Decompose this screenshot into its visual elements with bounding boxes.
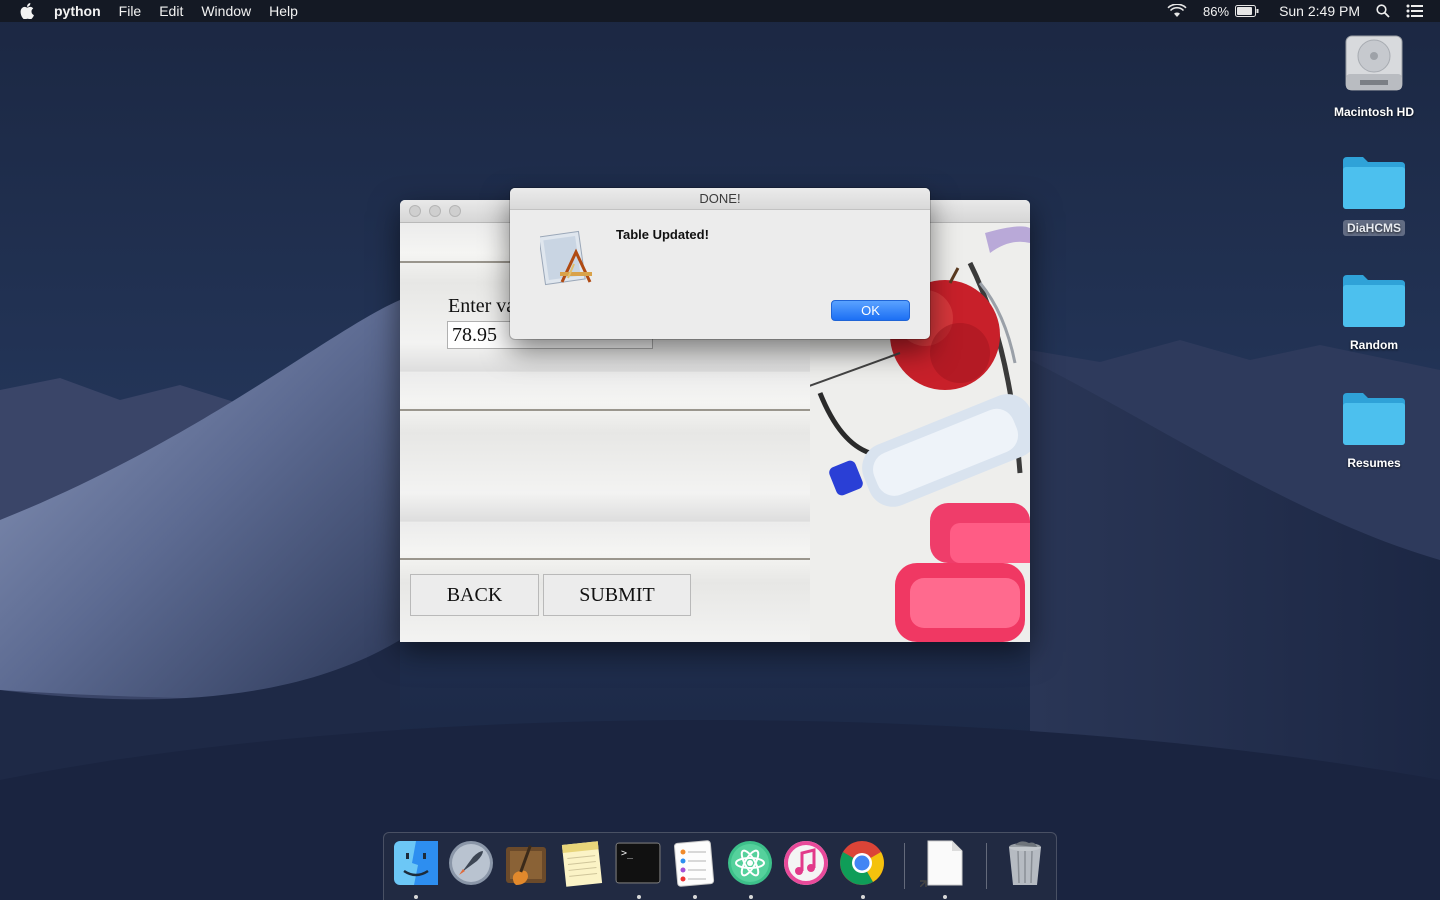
wifi-icon[interactable] [1167,4,1187,18]
atom-icon[interactable] [726,839,774,887]
battery-percent: 86% [1203,3,1230,19]
ok-button[interactable]: OK [831,300,910,321]
launchpad-icon[interactable] [447,839,495,887]
folder-icon [1343,275,1405,327]
submit-button[interactable]: SUBMIT [543,574,691,616]
running-indicator [693,895,697,899]
menu-edit[interactable]: Edit [159,3,183,19]
done-dialog: DONE! Table Updated! OK [510,188,930,339]
terminal-icon[interactable]: >_ [614,839,662,887]
chrome-icon[interactable] [838,839,886,887]
itunes-icon[interactable] [782,839,830,887]
menu-help[interactable]: Help [269,3,298,19]
application-icon [540,230,592,286]
menu-window[interactable]: Window [201,3,251,19]
running-indicator [861,895,865,899]
trash-icon[interactable] [1001,839,1049,887]
reminders-icon[interactable] [670,839,718,887]
dialog-message: Table Updated! [616,227,709,242]
document-icon[interactable] [920,839,968,887]
spotlight-search-icon[interactable] [1376,4,1390,18]
clock[interactable]: Sun 2:49 PM [1279,3,1360,19]
folder-icon [1343,393,1405,445]
dock: >_ [383,832,1057,900]
notes-icon[interactable] [558,839,606,887]
finder-icon[interactable] [392,839,440,887]
dialog-title: DONE! [510,188,930,210]
desktop-icon-label: Random [1350,338,1398,352]
hard-drive-icon [1345,35,1403,91]
close-button[interactable] [409,205,421,217]
menu-bar: python File Edit Window Help 86% Sun 2:4… [0,0,1440,22]
running-indicator [637,895,641,899]
minimize-button[interactable] [429,205,441,217]
desktop-icon-resumes[interactable]: Resumes [1319,391,1429,470]
apple-menu-icon[interactable] [20,3,38,19]
dock-separator [986,843,987,889]
running-indicator [749,895,753,899]
menu-app-name[interactable]: python [54,3,101,19]
back-button[interactable]: BACK [410,574,539,616]
menu-file[interactable]: File [119,3,142,19]
notification-center-icon[interactable] [1406,4,1424,18]
desktop-icon-label: Resumes [1347,456,1401,470]
desktop-icon-label: Macintosh HD [1333,105,1414,119]
desktop-icon-macintosh-hd[interactable]: Macintosh HD [1319,30,1429,119]
svg-text:>_: >_ [621,848,634,859]
dock-separator [904,843,905,889]
garageband-icon[interactable] [502,839,550,887]
folder-icon [1343,157,1405,209]
running-indicator [943,895,947,899]
enter-value-label: Enter va [448,295,516,317]
desktop-icon-label: DiaHCMS [1342,220,1405,236]
desktop-icon-random[interactable]: Random [1319,273,1429,352]
battery-icon[interactable] [1235,5,1259,17]
desktop-icon-diahcms[interactable]: DiaHCMS [1319,155,1429,237]
running-indicator [414,895,418,899]
zoom-button[interactable] [449,205,461,217]
